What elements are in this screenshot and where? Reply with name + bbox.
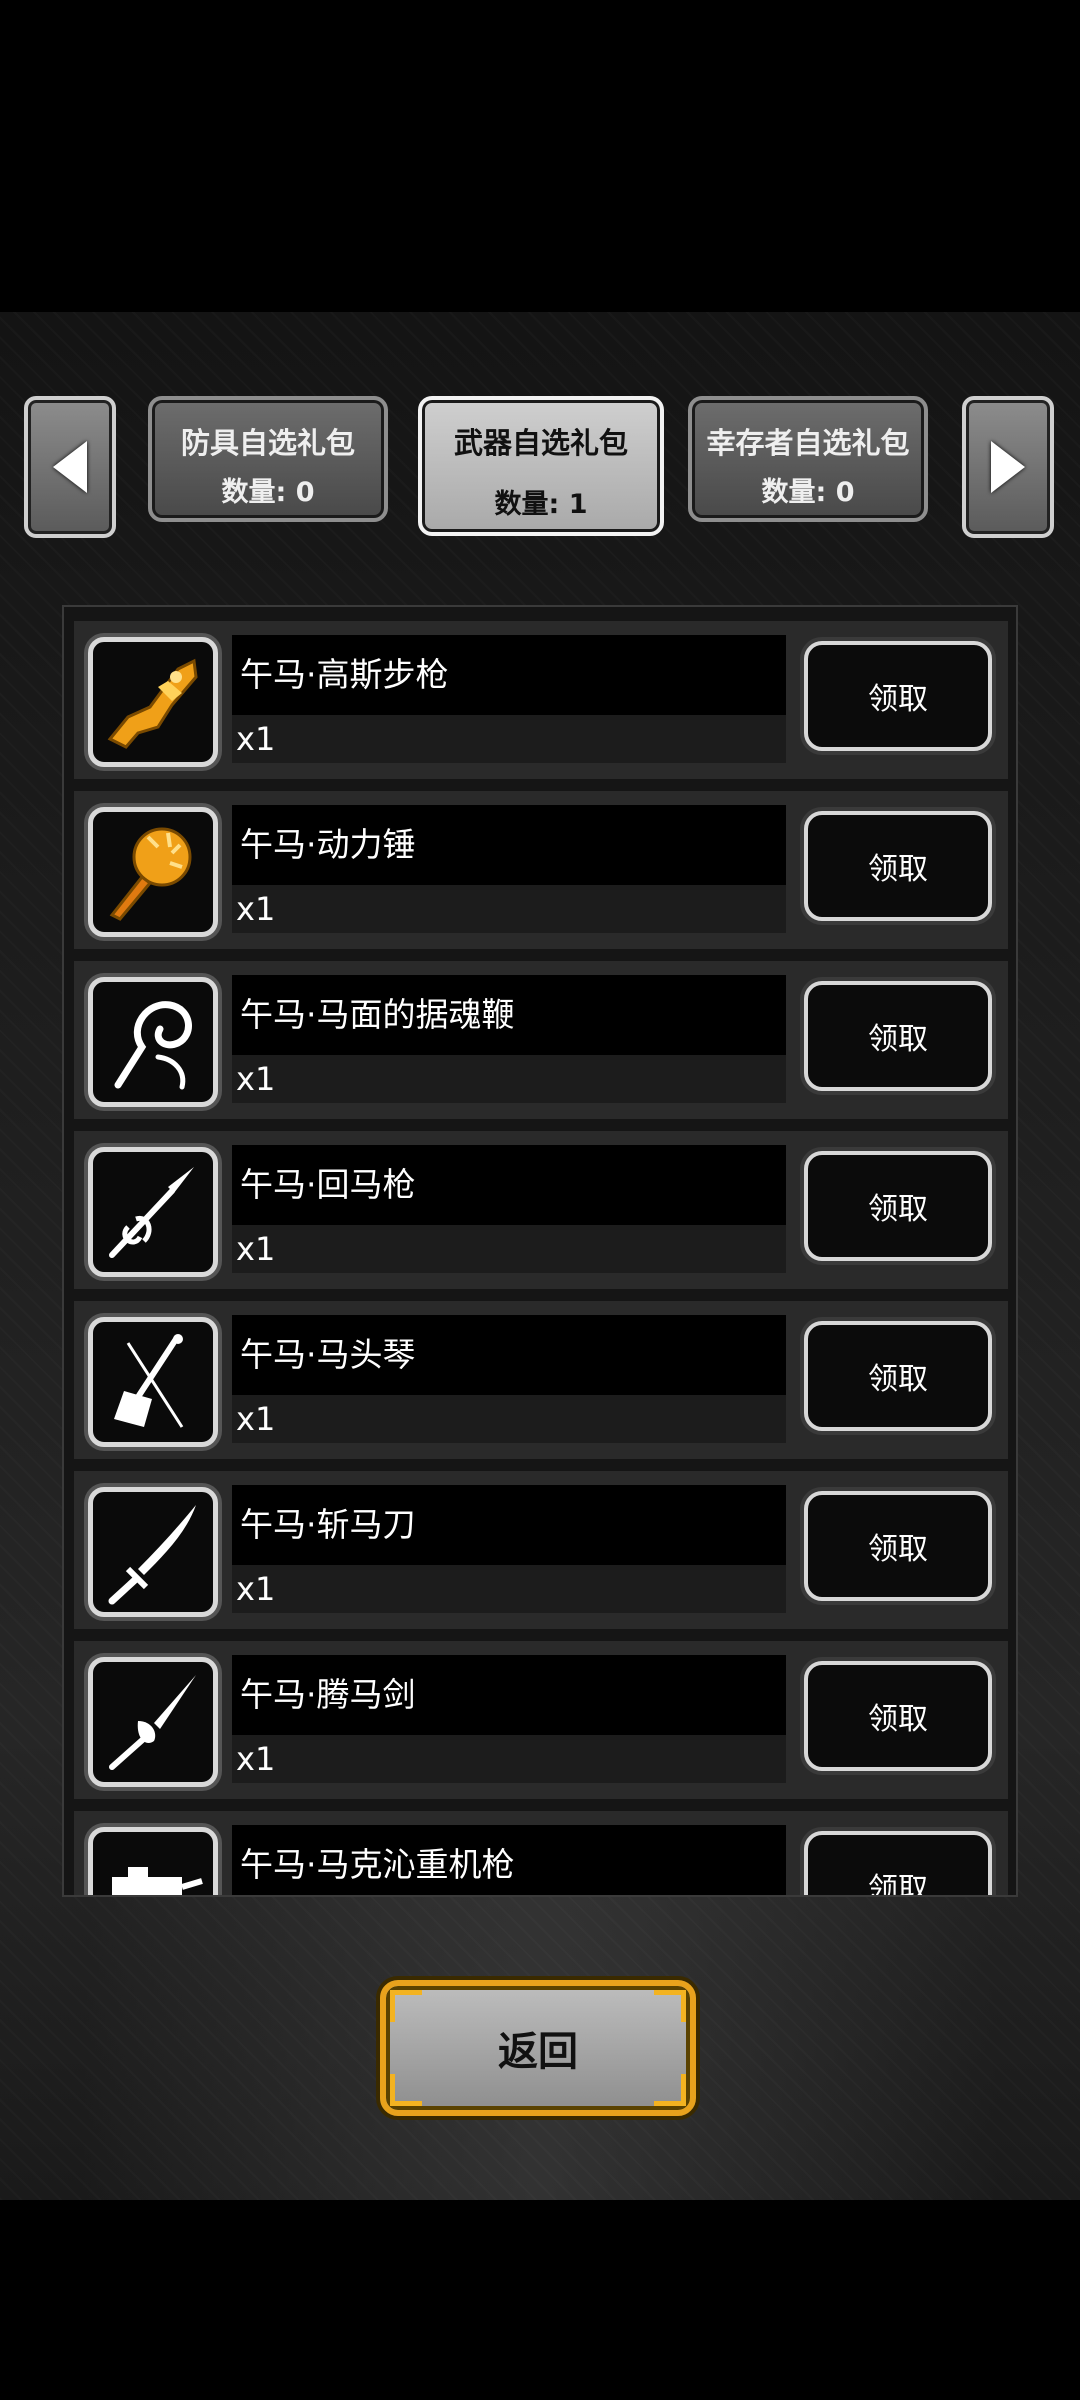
tab-title: 防具自选礼包 xyxy=(180,426,355,460)
item-quantity: x1 xyxy=(232,715,786,763)
golden-rifle-icon xyxy=(88,637,218,767)
claim-button[interactable]: 领取 xyxy=(804,811,992,921)
corner-ornament xyxy=(654,1990,686,2022)
claim-button[interactable]: 领取 xyxy=(804,1321,992,1431)
tab-count: 数量: 1 xyxy=(494,489,588,520)
item-quantity: x1 xyxy=(232,1225,786,1273)
item-name: 午马·马头琴 xyxy=(232,1315,786,1395)
tab-count: 数量: 0 xyxy=(761,477,855,508)
item-quantity: x1 xyxy=(232,1735,786,1783)
item-name: 午马·高斯步枪 xyxy=(232,635,786,715)
item-name: 午马·腾马剑 xyxy=(232,1655,786,1735)
spear-icon xyxy=(88,1147,218,1277)
weapon-list[interactable]: 午马·高斯步枪 x1 领取 午马·动力锤 x1 领取 午马·马面的据魂鞭 x1 … xyxy=(62,605,1018,1897)
item-name: 午马·斩马刀 xyxy=(232,1485,786,1565)
item-quantity: x1 xyxy=(232,885,786,933)
tab-count: 数量: 0 xyxy=(221,477,315,508)
tab-title: 武器自选礼包 xyxy=(453,426,628,460)
claim-button[interactable]: 领取 xyxy=(804,1831,992,1895)
item-quantity: x1 xyxy=(232,1055,786,1103)
list-item: 午马·动力锤 x1 领取 xyxy=(74,791,1008,949)
item-name: 午马·马克沁重机枪 xyxy=(232,1825,786,1895)
item-name: 午马·回马枪 xyxy=(232,1145,786,1225)
left-arrow-icon xyxy=(53,441,87,493)
next-tab-button[interactable] xyxy=(962,396,1054,538)
item-quantity: x1 xyxy=(232,1395,786,1443)
corner-ornament xyxy=(654,2074,686,2106)
return-label: 返回 xyxy=(498,2029,578,2075)
list-item: 午马·马克沁重机枪 x1 领取 xyxy=(74,1811,1008,1895)
tab-survivor-pack[interactable]: 幸存者自选礼包 数量: 0 xyxy=(688,396,928,522)
right-arrow-icon xyxy=(991,441,1025,493)
corner-ornament xyxy=(390,1990,422,2022)
list-item: 午马·斩马刀 x1 领取 xyxy=(74,1471,1008,1629)
item-quantity: x1 xyxy=(232,1565,786,1613)
list-item: 午马·腾马剑 x1 领取 xyxy=(74,1641,1008,1799)
claim-button[interactable]: 领取 xyxy=(804,1661,992,1771)
machine-gun-icon xyxy=(88,1827,218,1895)
list-item: 午马·马面的据魂鞭 x1 领取 xyxy=(74,961,1008,1119)
list-item: 午马·回马枪 x1 领取 xyxy=(74,1131,1008,1289)
golden-hammer-icon xyxy=(88,807,218,937)
sword-icon xyxy=(88,1487,218,1617)
claim-button[interactable]: 领取 xyxy=(804,1151,992,1261)
blade-icon xyxy=(88,1657,218,1787)
claim-button[interactable]: 领取 xyxy=(804,1491,992,1601)
list-item: 午马·高斯步枪 x1 领取 xyxy=(74,621,1008,779)
whip-icon xyxy=(88,977,218,1107)
item-name: 午马·马面的据魂鞭 xyxy=(232,975,786,1055)
claim-button[interactable]: 领取 xyxy=(804,981,992,1091)
prev-tab-button[interactable] xyxy=(24,396,116,538)
claim-button[interactable]: 领取 xyxy=(804,641,992,751)
item-name: 午马·动力锤 xyxy=(232,805,786,885)
tab-armor-pack[interactable]: 防具自选礼包 数量: 0 xyxy=(148,396,388,522)
fiddle-icon xyxy=(88,1317,218,1447)
return-button[interactable]: 返回 xyxy=(380,1980,696,2116)
list-item: 午马·马头琴 x1 领取 xyxy=(74,1301,1008,1459)
tab-weapon-pack[interactable]: 武器自选礼包 数量: 1 xyxy=(418,396,664,536)
corner-ornament xyxy=(390,2074,422,2106)
tab-title: 幸存者自选礼包 xyxy=(706,426,910,460)
